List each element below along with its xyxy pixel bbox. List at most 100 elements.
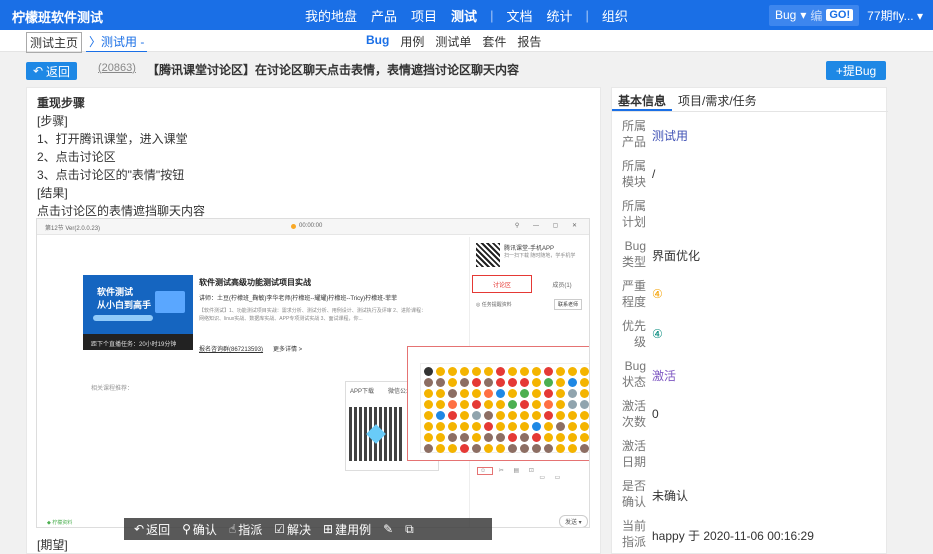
chevron-right-icon: 〉: [89, 35, 102, 49]
confirm-button[interactable]: ⚲ 确认: [182, 521, 217, 538]
property-row: Bug状态 激活: [612, 358, 888, 398]
search-type-select[interactable]: Bug: [775, 8, 796, 22]
emoji-icon: [556, 367, 565, 376]
recommend-label: 相关课程推荐：: [91, 386, 134, 392]
resolve-button[interactable]: ☑ 解决: [274, 521, 311, 538]
emoji-icon: [424, 422, 433, 431]
assign-label: 指派: [238, 522, 263, 537]
edit-button[interactable]: ✎: [383, 522, 393, 536]
nav-project[interactable]: 项目: [404, 6, 444, 25]
brand-title[interactable]: 柠檬班软件测试: [12, 7, 103, 26]
emoji-icon: [508, 433, 517, 442]
steps-content: [步骤] 1、打开腾讯课堂，进入课堂 2、点击讨论区 3、点击讨论区的"表情"按…: [37, 112, 205, 220]
emoji-icon: [568, 378, 577, 387]
emoji-panel-highlight: [407, 346, 589, 461]
emoji-icon: [472, 400, 481, 409]
nav-my-dashboard[interactable]: 我的地盘: [298, 6, 364, 25]
tab-suite[interactable]: 套件: [482, 33, 506, 50]
copy-button[interactable]: ⧉: [405, 522, 414, 537]
tab-basic-info[interactable]: 基本信息: [612, 88, 673, 111]
property-key: 所属模块: [621, 159, 646, 189]
screenshot-titlebar: 第12节 Ver(2.0.0.23) 00:00:00 ⚲ — ▢ ✕: [37, 219, 589, 235]
property-row: 激活日期: [612, 438, 888, 478]
chevron-down-icon: ▾: [916, 8, 923, 23]
tab-testtask[interactable]: 测试单: [435, 33, 471, 50]
emoji-icon: [460, 411, 469, 420]
resolve-label: 解决: [286, 522, 311, 537]
emoji-icon: [532, 400, 541, 409]
expect-title: [期望]: [37, 538, 68, 552]
go-button[interactable]: GO!: [826, 9, 854, 21]
breadcrumb-product-label: 测试用: [101, 35, 138, 49]
create-case-button[interactable]: ⊞ 建用例: [323, 521, 371, 538]
emoji-icon: [460, 389, 469, 398]
nav-product[interactable]: 产品: [364, 6, 404, 25]
property-key: 所属计划: [621, 199, 646, 229]
bug-id: 20863: [101, 62, 133, 74]
countdown-bar: 距下个直播任务：20小时19分钟: [83, 334, 193, 350]
emoji-icon: [556, 378, 565, 387]
nav-doc[interactable]: 文档: [499, 6, 539, 25]
user-menu[interactable]: 77期fly... ▾: [867, 7, 923, 24]
emoji-icon: [436, 411, 445, 420]
breadcrumb-test-home[interactable]: 测试主页: [26, 32, 83, 53]
emoji-icon: [568, 400, 577, 409]
emoji-icon: [472, 378, 481, 387]
emoji-icon: [424, 400, 433, 409]
emoji-icon: [436, 444, 445, 453]
emoji-icon: [484, 411, 493, 420]
sub-navbar: 测试主页 〉测试用 - Bug 用例 测试单 套件 报告: [0, 30, 933, 53]
emoji-icon: [496, 389, 505, 398]
emoji-icon: [496, 444, 505, 453]
top-right-area: Bug ▾ 编 GO! 77期fly... ▾: [768, 0, 923, 30]
tab-bug[interactable]: Bug: [366, 33, 389, 50]
checkbox-icon: ☑: [274, 522, 285, 536]
add-bug-button[interactable]: +提Bug: [826, 61, 886, 80]
emoji-icon: [424, 389, 433, 398]
emoji-icon: [556, 422, 565, 431]
bug-quick-search[interactable]: Bug ▾ 编 GO!: [768, 4, 860, 26]
contact-teacher: 联系老师: [554, 299, 583, 310]
tab-project-story-task[interactable]: 项目/需求/任务: [672, 88, 763, 111]
emoji-icon: [484, 389, 493, 398]
emoji-icon: [436, 400, 445, 409]
emoji-icon: [556, 444, 565, 453]
float-back-button[interactable]: ↶ 返回: [134, 521, 170, 538]
property-value[interactable]: 测试用: [652, 127, 688, 144]
back-button[interactable]: ↶ 返回: [26, 62, 77, 80]
confirm-label: 确认: [192, 522, 217, 537]
emoji-icon: [436, 422, 445, 431]
emoji-icon: [472, 433, 481, 442]
property-key: 是否确认: [621, 479, 646, 509]
assign-button[interactable]: ☝ 指派: [229, 521, 262, 538]
user-name: 77期fly...: [867, 8, 914, 23]
emoji-icon: [508, 411, 517, 420]
emoji-icon: [520, 411, 529, 420]
emoji-icon: [568, 422, 577, 431]
search-input[interactable]: 编: [810, 7, 822, 24]
emoji-icon: [532, 389, 541, 398]
emoji-icon: [496, 378, 505, 387]
bug-id-link[interactable]: (20863): [98, 62, 136, 74]
tab-case[interactable]: 用例: [400, 33, 424, 50]
emoji-icon: [448, 367, 457, 376]
emoji-icon: [520, 367, 529, 376]
floating-action-bar: ↶ 返回 ⚲ 确认 ☝ 指派 ☑ 解决 ⊞ 建用例 ✎ ⧉: [124, 518, 492, 540]
emoji-icon: [484, 378, 493, 387]
bug-title: 【腾讯课堂讨论区】在讨论区聊天点击表情，表情遮挡讨论区聊天内容: [147, 63, 520, 77]
emoji-icon: [496, 433, 505, 442]
nav-org[interactable]: 组织: [595, 6, 635, 25]
screenshot-time: 00:00:00: [299, 223, 323, 229]
emoji-icon: [580, 422, 589, 431]
emoji-icon: [448, 422, 457, 431]
cover-title: 软件测试: [97, 287, 134, 297]
emoji-icon: [436, 433, 445, 442]
attached-screenshot[interactable]: 第12节 Ver(2.0.0.23) 00:00:00 ⚲ — ▢ ✕ 软件测试…: [36, 218, 590, 528]
nav-test[interactable]: 测试: [444, 6, 484, 25]
nav-stats[interactable]: 统计: [539, 6, 579, 25]
property-row: 所属产品 测试用: [612, 118, 888, 158]
tab-report[interactable]: 报告: [517, 33, 541, 50]
emoji-icon: [580, 433, 589, 442]
breadcrumb-product-select[interactable]: 〉测试用 -: [86, 32, 148, 52]
emoji-icon: [448, 378, 457, 387]
